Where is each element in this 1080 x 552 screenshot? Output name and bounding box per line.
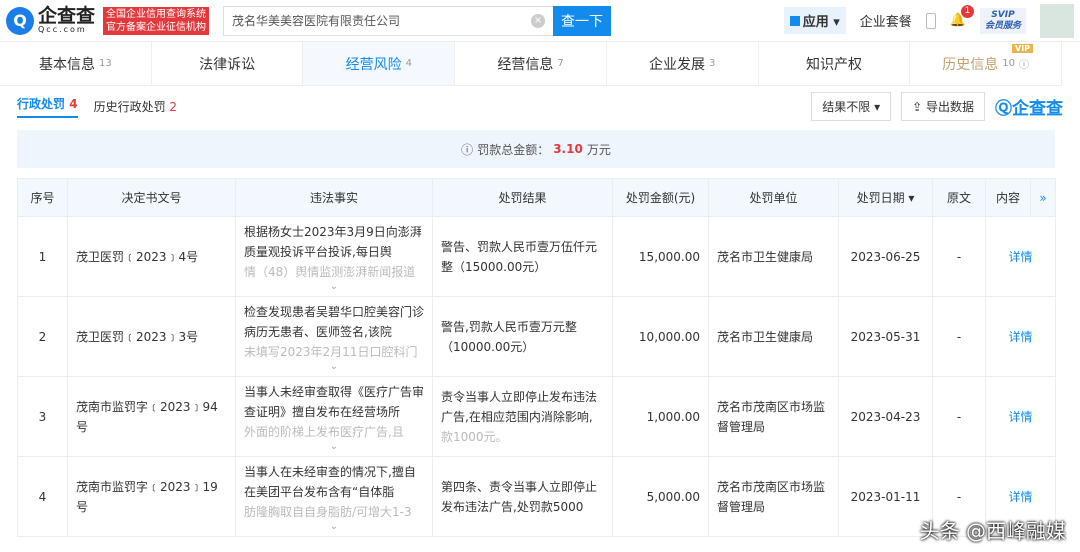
penalty-date: 2023-04-23 [838,376,933,457]
subtab-history-penalty[interactable]: 历史行政处罚 2 [94,98,177,115]
tab-litigation[interactable]: 法律诉讼 [152,42,304,85]
violation-fact: 当事人未经审查取得《医疗广告审查证明》擅自发布在经营场所 外面的阶梯上发布医疗广告… [235,376,433,457]
info-icon[interactable]: ⓘ [1019,56,1029,71]
original-doc: - [932,376,986,457]
notification-count: 1 [960,5,974,18]
phone-icon[interactable] [925,12,936,29]
expand-icon[interactable]: ⌄ [244,441,424,452]
table-row: 4 茂南市监罚字﹝2023﹞19号 当事人在未经审查的情况下,擅自在美团平台发布… [17,456,1056,537]
document-number: 茂卫医罚﹝2023﹞4号 [67,216,236,297]
fine-amount: 5,000.00 [612,456,709,537]
row-number: 3 [17,376,68,457]
tab-history[interactable]: VIP 历史信息 10 ⓘ [910,42,1063,85]
penalty-result: 警告、罚款人民币壹万伍仟元整（15000.00元） [432,216,613,297]
violation-fact: 当事人在未经审查的情况下,擅自在美团平台发布含有“自体脂 肪隆胸取自自身脂肪/可增… [235,456,433,537]
row-number: 1 [17,216,68,297]
vip-badge: VIP [1012,44,1034,53]
violation-fact: 根据杨女士2023年3月9日向澎湃质量观投诉平台投诉,每日舆 情（48）舆情监测澎… [235,216,433,297]
detail-link[interactable]: 详情 [985,376,1056,457]
brand-logo: Ⓠ企查查 [995,98,1063,119]
logo-icon: Q [6,6,34,35]
bell-icon[interactable]: 🔔 1 [950,5,974,28]
penalty-table: 序号 决定书文号 违法事实 处罚结果 处罚金额(元) 处罚单位 处罚日期 ▾ 原文 内容» 1 … [17,178,1056,537]
search-bar: 茂名华美美容医院有限责任公司 × 查一下 [223,5,612,36]
package-link[interactable]: 企业套餐 [860,11,912,30]
document-number: 茂南市监罚字﹝2023﹞94号 [67,376,236,457]
penalty-authority: 茂名市茂南区市场监督管理局 [708,456,839,537]
search-button[interactable]: 查一下 [553,5,612,36]
tab-basic-info[interactable]: 基本信息 13 [0,42,152,85]
fine-summary: ⓘ 罚款总金额： 3.10 万元 [17,130,1055,168]
row-number: 4 [17,456,68,537]
table-row: 3 茂南市监罚字﹝2023﹞94号 当事人未经审查取得《医疗广告审查证明》擅自发… [17,376,1056,457]
tab-ip[interactable]: 知识产权 [759,42,911,85]
detail-link[interactable]: 详情 [985,296,1056,377]
svip-button[interactable]: SVIP 会员服务 [979,7,1026,34]
certification-badge: 全国企业信用查询系统 官方备案企业征信机构 [103,6,210,35]
logo-sub: Qcc.com [38,25,87,34]
fine-amount: 10,000.00 [612,296,709,377]
document-number: 茂南市监罚字﹝2023﹞19号 [67,456,236,537]
penalty-authority: 茂名市卫生健康局 [708,216,839,297]
subtab-admin-penalty[interactable]: 行政处罚 4 [17,95,78,118]
table-row: 1 茂卫医罚﹝2023﹞4号 根据杨女士2023年3月9日向澎湃质量观投诉平台投… [17,216,1056,297]
main-tabs: 基本信息 13 法律诉讼 经营风险 4 经营信息 7 企业发展 3 知识产权 VIP 历史… [0,42,1063,86]
sub-tabs: 行政处罚 4 历史行政处罚 2 结果不限 ▾ ⇪ 导出数据 Ⓠ企查查 [0,86,1080,126]
penalty-date: 2023-06-25 [838,216,933,297]
penalty-authority: 茂名市茂南区市场监督管理局 [708,376,839,457]
apps-menu[interactable]: 应用 ▾ [783,7,846,34]
export-button[interactable]: ⇪ 导出数据 [901,91,985,121]
expand-icon[interactable]: ⌄ [244,281,424,292]
top-bar: Q 企查查 Qcc.com 全国企业信用查询系统 官方备案企业征信机构 茂名华美美容… [0,0,1080,42]
total-fine: 3.10 [553,142,583,156]
detail-link[interactable]: 详情 [985,216,1056,297]
tab-business-risk[interactable]: 经营风险 4 [303,42,456,85]
logo[interactable]: Q 企查查 Qcc.com 全国企业信用查询系统 官方备案企业征信机构 [6,5,210,35]
original-doc: - [932,296,986,377]
clear-icon[interactable]: × [531,13,546,28]
grid-icon [789,16,800,26]
violation-fact: 检查发现患者吴碧华口腔美容门诊病历无患者、医师签名,该院 未填写2023年2月11… [235,296,433,377]
search-input[interactable]: 茂名华美美容医院有限责任公司 × [223,5,554,36]
fine-amount: 1,000.00 [612,376,709,457]
expand-columns-icon[interactable]: » [1030,178,1056,217]
avatar[interactable] [1040,3,1074,38]
original-doc: - [932,216,986,297]
expand-icon[interactable]: ⌄ [244,521,424,532]
table-row: 2 茂卫医罚﹝2023﹞3号 检查发现患者吴碧华口腔美容门诊病历无患者、医师签名… [17,296,1056,377]
tab-business-info[interactable]: 经营信息 7 [455,42,607,85]
result-filter[interactable]: 结果不限 ▾ [811,91,892,121]
fine-amount: 15,000.00 [612,216,709,297]
watermark: 头条 @西峰融媒 [919,519,1066,543]
penalty-result: 第四条、责令当事人立即停止发布违法广告,处罚款5000元。 [432,456,613,537]
row-number: 2 [17,296,68,377]
tab-development[interactable]: 企业发展 3 [607,42,759,85]
penalty-result: 警告,罚款人民币壹万元整（10000.00元） [432,296,613,377]
table-header: 序号 决定书文号 违法事实 处罚结果 处罚金额(元) 处罚单位 处罚日期 ▾ 原文 内容» [17,178,1056,217]
expand-icon[interactable]: ⌄ [244,361,424,372]
info-icon: ⓘ [461,142,474,157]
sort-date[interactable]: 处罚日期 ▾ [838,178,933,217]
penalty-authority: 茂名市卫生健康局 [708,296,839,377]
penalty-date: 2023-01-11 [838,456,933,537]
penalty-date: 2023-05-31 [838,296,933,377]
document-number: 茂卫医罚﹝2023﹞3号 [67,296,236,377]
penalty-result: 责令当事人立即停止发布违法广告,在相应范围内消除影响,处罚款1000元。 [432,376,613,457]
logo-text: 企查查 [38,5,96,27]
